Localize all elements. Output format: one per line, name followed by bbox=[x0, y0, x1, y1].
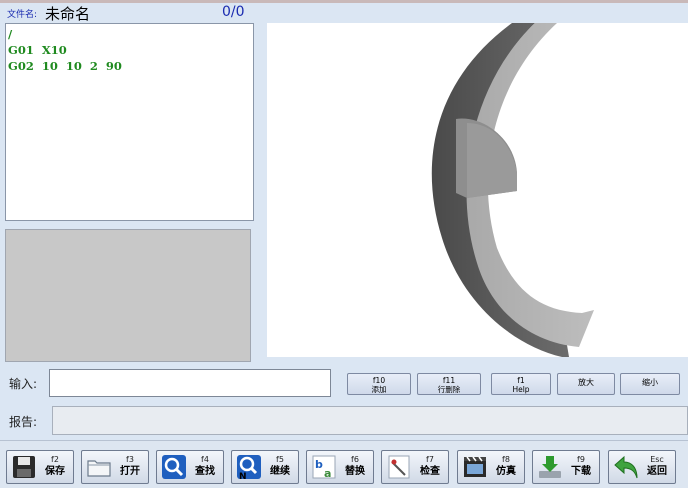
add-button-key: f10 bbox=[372, 376, 386, 385]
search-icon bbox=[162, 455, 186, 479]
replace-icon: b a bbox=[312, 455, 336, 480]
help-button[interactable]: f1 Help bbox=[491, 373, 551, 395]
back-key: Esc bbox=[650, 455, 664, 464]
save-label: 保存 bbox=[45, 466, 65, 477]
delete-line-label: 行删除 bbox=[437, 385, 461, 394]
download-icon bbox=[539, 456, 561, 478]
3d-view[interactable] bbox=[267, 23, 688, 357]
add-button-label: 添加 bbox=[371, 385, 387, 394]
file-name: 未命名 bbox=[45, 5, 91, 23]
check-icon bbox=[388, 455, 410, 479]
file-name-label: 文件名: bbox=[7, 10, 38, 20]
film-icon bbox=[464, 456, 486, 477]
add-button[interactable]: f10 添加 bbox=[347, 373, 411, 395]
simulate-label: 仿真 bbox=[496, 466, 516, 477]
find-button[interactable]: f4 查找 bbox=[156, 450, 224, 484]
delete-line-button[interactable]: f11 行删除 bbox=[417, 373, 481, 395]
code-line[interactable]: G01 X10 bbox=[8, 42, 251, 58]
help-label: Help bbox=[512, 385, 530, 394]
check-key: f7 bbox=[426, 455, 434, 464]
back-label: 返回 bbox=[647, 466, 667, 477]
find-next-key: f5 bbox=[276, 455, 284, 464]
zoom-out-button[interactable]: 缩小 bbox=[620, 373, 680, 395]
line-counter: 0/0 bbox=[222, 4, 245, 20]
find-next-icon: N bbox=[237, 455, 261, 481]
replace-key: f6 bbox=[351, 455, 359, 464]
back-arrow-icon bbox=[614, 455, 638, 479]
back-button[interactable]: Esc 返回 bbox=[608, 450, 676, 484]
open-key: f3 bbox=[126, 455, 134, 464]
svg-text:b: b bbox=[315, 458, 323, 471]
zoom-out-label: 缩小 bbox=[642, 378, 658, 387]
report-label: 报告: bbox=[9, 415, 38, 429]
svg-text:N: N bbox=[239, 472, 247, 481]
download-label: 下载 bbox=[571, 466, 591, 477]
check-label: 检查 bbox=[420, 466, 440, 477]
find-label: 查找 bbox=[195, 466, 215, 477]
download-button[interactable]: f9 下载 bbox=[532, 450, 600, 484]
folder-icon bbox=[87, 460, 111, 477]
code-line[interactable]: / bbox=[8, 26, 251, 42]
toolpath-render bbox=[431, 23, 594, 357]
help-key: f1 bbox=[517, 376, 525, 385]
input-label: 输入: bbox=[9, 377, 38, 391]
file-header: 文件名: 未命名 0/0 bbox=[0, 3, 256, 23]
save-key: f2 bbox=[51, 455, 59, 464]
open-button[interactable]: f3 打开 bbox=[81, 450, 149, 484]
svg-text:a: a bbox=[324, 467, 331, 480]
open-label: 打开 bbox=[120, 466, 140, 477]
zoom-in-label: 放大 bbox=[578, 378, 594, 387]
simulate-key: f8 bbox=[502, 455, 510, 464]
find-key: f4 bbox=[201, 455, 209, 464]
download-key: f9 bbox=[577, 455, 585, 464]
replace-button[interactable]: b a f6 替换 bbox=[306, 450, 374, 484]
report-field bbox=[52, 406, 688, 435]
code-line[interactable]: G02 10 10 2 90 bbox=[8, 58, 251, 74]
check-button[interactable]: f7 检查 bbox=[381, 450, 449, 484]
code-editor[interactable]: / G01 X10 G02 10 10 2 90 bbox=[5, 23, 254, 221]
save-icon bbox=[13, 456, 35, 478]
command-input[interactable] bbox=[49, 369, 331, 397]
find-next-label: 继续 bbox=[270, 466, 290, 477]
save-button[interactable]: f2 保存 bbox=[6, 450, 74, 484]
delete-line-key: f11 bbox=[442, 376, 456, 385]
preview-panel bbox=[5, 229, 251, 362]
replace-label: 替换 bbox=[345, 466, 365, 477]
simulate-button[interactable]: f8 仿真 bbox=[457, 450, 525, 484]
find-next-button[interactable]: N f5 继续 bbox=[231, 450, 299, 484]
zoom-in-button[interactable]: 放大 bbox=[557, 373, 615, 395]
function-toolbar: f2 保存 f3 打开 f4 查找 N f5 继续 b a f6 替换 f7 检… bbox=[0, 440, 688, 488]
chip-top bbox=[467, 123, 517, 198]
